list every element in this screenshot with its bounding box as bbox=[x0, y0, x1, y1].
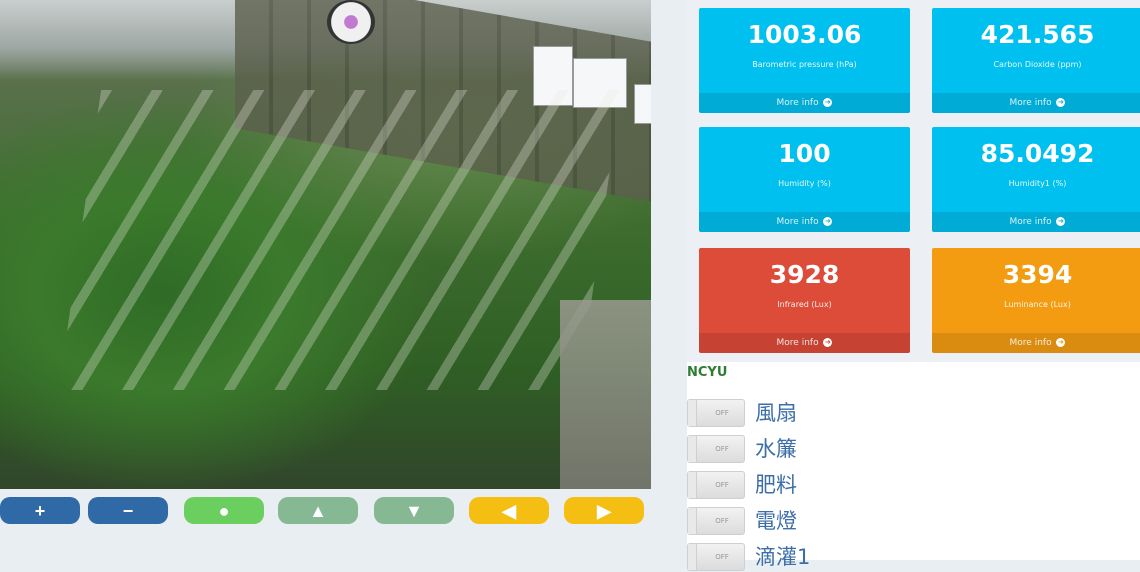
info-box-label: Humidity1 (%) bbox=[1008, 179, 1067, 188]
info-box-label: Barometric pressure (hPa) bbox=[752, 60, 857, 69]
info-box-carbon-dioxide: 421.565 Carbon Dioxide (ppm) More info ➜ bbox=[932, 8, 1140, 113]
home-button[interactable]: ● bbox=[184, 497, 264, 524]
more-info-label: More info bbox=[1009, 217, 1052, 227]
device-row-drip-irrigation-1: OFF 滴灌1 bbox=[687, 542, 987, 572]
tilt-up-button[interactable]: ▲ bbox=[278, 497, 358, 524]
info-box-label: Humidity (%) bbox=[778, 179, 831, 188]
more-info-label: More info bbox=[776, 98, 819, 108]
circle-icon: ● bbox=[218, 500, 230, 521]
toggle-state: OFF bbox=[715, 517, 729, 525]
camera-controls: + − ● ▲ ▼ ◀ ▶ bbox=[0, 497, 651, 525]
info-box-humidity: 100 Humidity (%) More info ➜ bbox=[699, 127, 910, 232]
device-row-fertilizer: OFF 肥料 bbox=[687, 470, 987, 500]
device-label: 水簾 bbox=[755, 437, 797, 461]
pan-left-button[interactable]: ◀ bbox=[469, 497, 549, 524]
info-box-value: 85.0492 bbox=[980, 139, 1095, 168]
toggle-knob bbox=[688, 508, 697, 534]
info-box-label: Carbon Dioxide (ppm) bbox=[993, 60, 1082, 69]
zoom-in-button[interactable]: + bbox=[0, 497, 80, 524]
more-info-link[interactable]: More info ➜ bbox=[699, 212, 910, 232]
arrow-circle-right-icon: ➜ bbox=[823, 217, 833, 226]
triangle-left-icon: ◀ bbox=[502, 500, 516, 521]
triangle-down-icon: ▼ bbox=[405, 500, 423, 521]
zoom-out-button[interactable]: − bbox=[88, 497, 168, 524]
wall-sign bbox=[634, 84, 651, 124]
plus-icon: + bbox=[34, 500, 46, 521]
device-control-section: NCYU OFF 風扇 OFF 水簾 OFF 肥料 OFF 電燈 OFF 滴灌1 bbox=[687, 362, 1140, 571]
more-info-link[interactable]: More info ➜ bbox=[699, 333, 910, 353]
arrow-circle-right-icon: ➜ bbox=[1056, 98, 1066, 107]
arrow-circle-right-icon: ➜ bbox=[1056, 338, 1066, 347]
tilt-down-button[interactable]: ▼ bbox=[374, 497, 454, 524]
info-box-value: 3394 bbox=[1002, 260, 1073, 289]
info-box-value: 3928 bbox=[769, 260, 840, 289]
camera-feed bbox=[0, 0, 651, 489]
device-label: 風扇 bbox=[755, 401, 797, 425]
pan-right-button[interactable]: ▶ bbox=[564, 497, 644, 524]
more-info-label: More info bbox=[776, 217, 819, 227]
device-label: 電燈 bbox=[755, 509, 797, 533]
toggle-state: OFF bbox=[715, 445, 729, 453]
more-info-link[interactable]: More info ➜ bbox=[699, 93, 910, 113]
info-box-label: Luminance (Lux) bbox=[1004, 300, 1071, 309]
more-info-label: More info bbox=[776, 338, 819, 348]
more-info-label: More info bbox=[1009, 98, 1052, 108]
more-info-link[interactable]: More info ➜ bbox=[932, 212, 1140, 232]
device-label: 肥料 bbox=[755, 473, 797, 497]
fan-toggle-switch[interactable]: OFF bbox=[687, 399, 745, 427]
info-box-label: Infrared (Lux) bbox=[777, 300, 832, 309]
minus-icon: − bbox=[122, 500, 134, 521]
toggle-knob bbox=[688, 400, 697, 426]
sensor-panel: 1003.06 Barometric pressure (hPa) More i… bbox=[687, 0, 1140, 362]
section-title: NCYU bbox=[687, 365, 728, 380]
fertilizer-toggle-switch[interactable]: OFF bbox=[687, 471, 745, 499]
info-box-value: 100 bbox=[778, 139, 831, 168]
toggle-state: OFF bbox=[715, 553, 729, 561]
toggle-knob bbox=[688, 436, 697, 462]
device-row-fan: OFF 風扇 bbox=[687, 398, 987, 428]
toggle-knob bbox=[688, 544, 697, 570]
triangle-right-icon: ▶ bbox=[597, 500, 611, 521]
arrow-circle-right-icon: ➜ bbox=[1056, 217, 1066, 226]
walkway bbox=[560, 300, 651, 489]
info-box-luminance: 3394 Luminance (Lux) More info ➜ bbox=[932, 248, 1140, 353]
triangle-up-icon: ▲ bbox=[309, 500, 327, 521]
info-box-humidity1: 85.0492 Humidity1 (%) More info ➜ bbox=[932, 127, 1140, 232]
info-box-infrared: 3928 Infrared (Lux) More info ➜ bbox=[699, 248, 910, 353]
device-row-water-curtain: OFF 水簾 bbox=[687, 434, 987, 464]
device-row-light: OFF 電燈 bbox=[687, 506, 987, 536]
info-box-value: 1003.06 bbox=[747, 20, 862, 49]
arrow-circle-right-icon: ➜ bbox=[823, 98, 833, 107]
device-label: 滴灌1 bbox=[755, 545, 811, 569]
info-box-barometric-pressure: 1003.06 Barometric pressure (hPa) More i… bbox=[699, 8, 910, 113]
toggle-knob bbox=[688, 472, 697, 498]
toggle-state: OFF bbox=[715, 481, 729, 489]
more-info-label: More info bbox=[1009, 338, 1052, 348]
toggle-state: OFF bbox=[715, 409, 729, 417]
light-toggle-switch[interactable]: OFF bbox=[687, 507, 745, 535]
water-curtain-toggle-switch[interactable]: OFF bbox=[687, 435, 745, 463]
info-box-value: 421.565 bbox=[980, 20, 1095, 49]
exhaust-fan bbox=[327, 0, 375, 44]
more-info-link[interactable]: More info ➜ bbox=[932, 93, 1140, 113]
drip-irrigation-1-toggle-switch[interactable]: OFF bbox=[687, 543, 745, 571]
more-info-link[interactable]: More info ➜ bbox=[932, 333, 1140, 353]
arrow-circle-right-icon: ➜ bbox=[823, 338, 833, 347]
planter-rows bbox=[58, 90, 622, 390]
